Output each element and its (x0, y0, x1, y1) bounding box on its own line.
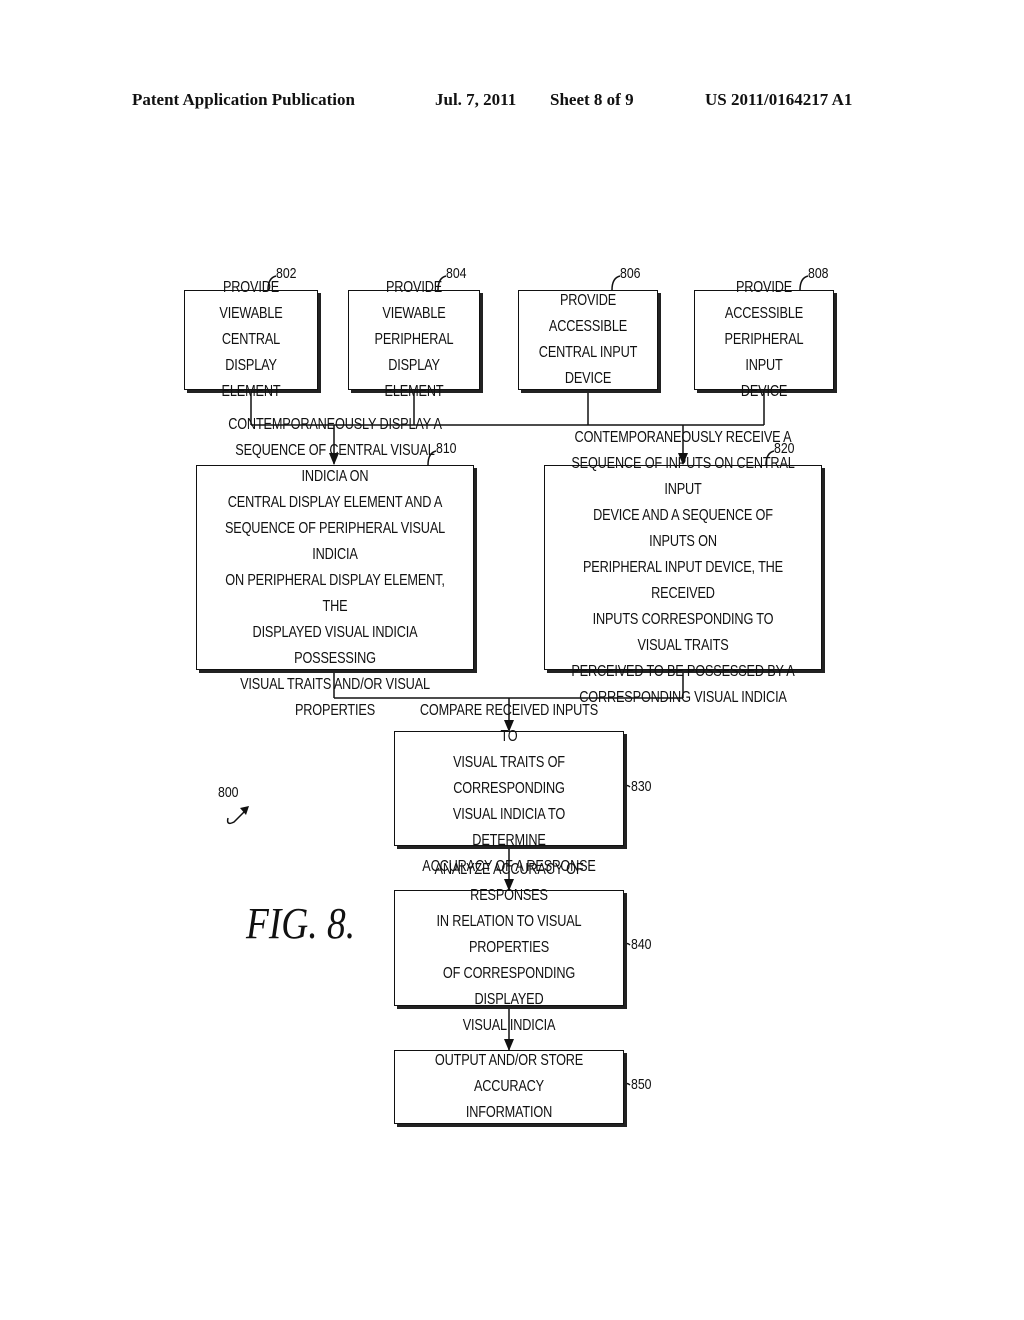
step-802-text: PROVIDE VIEWABLE CENTRAL DISPLAY ELEMENT (219, 279, 283, 400)
step-820-box: CONTEMPORANEOUSLY RECEIVE A SEQUENCE OF … (544, 429, 822, 706)
step-808-text: PROVIDE ACCESSIBLE PERIPHERAL INPUT DEVI… (724, 279, 804, 400)
step-804-text: PROVIDE VIEWABLE PERIPHERAL DISPLAY ELEM… (374, 279, 454, 400)
step-840-ref: 840 (631, 936, 652, 953)
step-806-text: PROVIDE ACCESSIBLE CENTRAL INPUT DEVICE (538, 292, 638, 387)
step-820-text: CONTEMPORANEOUSLY RECEIVE A SEQUENCE OF … (571, 428, 795, 706)
step-804-ref: 804 (446, 265, 467, 282)
step-802-box: PROVIDE VIEWABLE CENTRAL DISPLAY ELEMENT (184, 279, 318, 400)
step-850-text: OUTPUT AND/OR STORE ACCURACY INFORMATION (434, 1052, 584, 1121)
step-802-ref: 802 (276, 265, 297, 282)
step-830-ref: 830 (631, 778, 652, 795)
step-830-box: COMPARE RECEIVED INPUTS TO VISUAL TRAITS… (394, 702, 624, 875)
step-850-ref: 850 (631, 1076, 652, 1093)
figure-label: FIG. 8. (246, 899, 356, 948)
step-820-ref: 820 (774, 440, 795, 457)
step-808-ref: 808 (808, 265, 829, 282)
step-840-box: ANALYZE ACCURACY OF RESPONSES IN RELATIO… (394, 861, 624, 1034)
step-840-text: ANALYZE ACCURACY OF RESPONSES IN RELATIO… (434, 861, 584, 1034)
step-830-text: COMPARE RECEIVED INPUTS TO VISUAL TRAITS… (419, 701, 599, 875)
leader-840 (623, 942, 631, 946)
step-806-box: PROVIDE ACCESSIBLE CENTRAL INPUT DEVICE (518, 290, 658, 390)
step-806-ref: 806 (620, 265, 641, 282)
step-810-box: CONTEMPORANEOUSLY DISPLAY A SEQUENCE OF … (196, 416, 474, 719)
step-808-box: PROVIDE ACCESSIBLE PERIPHERAL INPUT DEVI… (694, 279, 834, 400)
leader-830 (623, 784, 631, 788)
figure-ref-arrow (226, 811, 245, 825)
step-810-ref: 810 (436, 440, 457, 457)
step-850-box: OUTPUT AND/OR STORE ACCURACY INFORMATION (394, 1050, 624, 1124)
step-804-box: PROVIDE VIEWABLE PERIPHERAL DISPLAY ELEM… (348, 279, 480, 400)
step-810-text: CONTEMPORANEOUSLY DISPLAY A SEQUENCE OF … (224, 415, 446, 719)
figure-reference-number: 800 (218, 784, 239, 801)
leader-850 (623, 1082, 631, 1086)
